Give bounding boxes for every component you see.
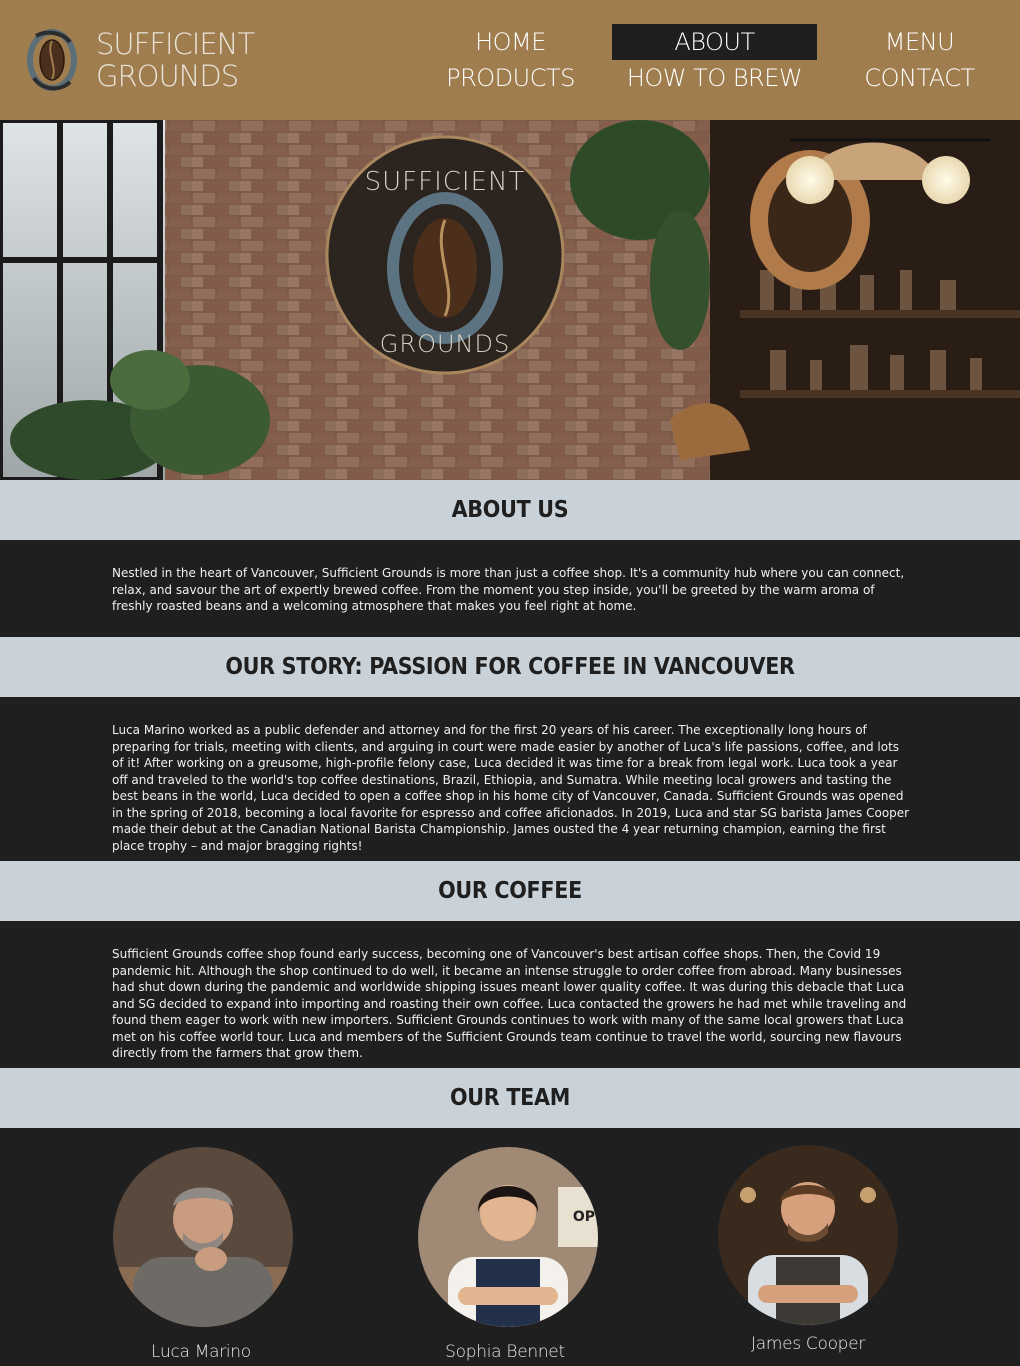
- nav-menu[interactable]: MENU: [817, 24, 1020, 60]
- site-header: SUFFICIENT GROUNDS HOME ABOUT MENU PRODU…: [0, 0, 1020, 120]
- avatar: OP: [418, 1147, 598, 1327]
- our-team-section: Luca Marino OP Sophia Bennet James Coope…: [0, 1128, 1020, 1366]
- nav-contact[interactable]: CONTACT: [817, 60, 1020, 96]
- about-us-text: Nestled in the heart of Vancouver, Suffi…: [112, 566, 905, 613]
- james-photo: [718, 1145, 898, 1325]
- our-story-heading: OUR STORY: PASSION FOR COFFEE IN VANCOUV…: [225, 654, 795, 680]
- about-us-section: Nestled in the heart of Vancouver, Suffi…: [0, 540, 1020, 637]
- coffee-bean-logo-icon[interactable]: [22, 26, 82, 94]
- team-member-sophia: OP: [418, 1147, 598, 1327]
- team-member-james: [718, 1145, 898, 1325]
- brand-line-2: GROUNDS: [96, 59, 239, 93]
- hero-sign-top-text: SUFFICIENT: [365, 167, 526, 197]
- brand-line-1: SUFFICIENT: [96, 27, 255, 61]
- about-us-heading: ABOUT US: [451, 497, 569, 523]
- our-coffee-heading: OUR COFFEE: [438, 878, 582, 904]
- our-coffee-section: Sufficient Grounds coffee shop found ear…: [0, 921, 1020, 1068]
- avatar: [718, 1145, 898, 1325]
- shop-open-sign: OP: [573, 1209, 595, 1225]
- luca-photo: [113, 1147, 293, 1327]
- our-coffee-text: Sufficient Grounds coffee shop found ear…: [112, 947, 907, 1060]
- team-member-name: Luca Marino: [151, 1342, 251, 1362]
- our-team-heading-band: OUR TEAM: [0, 1068, 1020, 1128]
- our-team-heading: OUR TEAM: [450, 1085, 570, 1111]
- avatar: [113, 1147, 293, 1327]
- our-story-text: Luca Marino worked as a public defender …: [112, 723, 910, 853]
- hero-cafe-image: SUFFICIENT GROUNDS: [0, 120, 1020, 480]
- our-story-section: Luca Marino worked as a public defender …: [0, 697, 1020, 861]
- our-coffee-heading-band: OUR COFFEE: [0, 861, 1020, 921]
- sophia-photo: OP: [418, 1147, 598, 1327]
- hero-sign-bottom-text: GROUNDS: [380, 330, 510, 358]
- team-member-name: James Cooper: [750, 1334, 866, 1354]
- hero-illustration: SUFFICIENT GROUNDS: [0, 120, 1020, 480]
- team-member-luca: [113, 1147, 293, 1327]
- nav-about[interactable]: ABOUT: [612, 24, 817, 60]
- nav-home[interactable]: HOME: [408, 24, 613, 60]
- nav-how-to-brew[interactable]: HOW TO BREW: [612, 60, 817, 96]
- brand-wordmark[interactable]: SUFFICIENT GROUNDS: [96, 27, 255, 93]
- nav-products[interactable]: PRODUCTS: [408, 60, 613, 96]
- our-story-heading-band: OUR STORY: PASSION FOR COFFEE IN VANCOUV…: [0, 637, 1020, 697]
- about-us-heading-band: ABOUT US: [0, 480, 1020, 540]
- team-member-name: Sophia Bennet: [445, 1342, 565, 1362]
